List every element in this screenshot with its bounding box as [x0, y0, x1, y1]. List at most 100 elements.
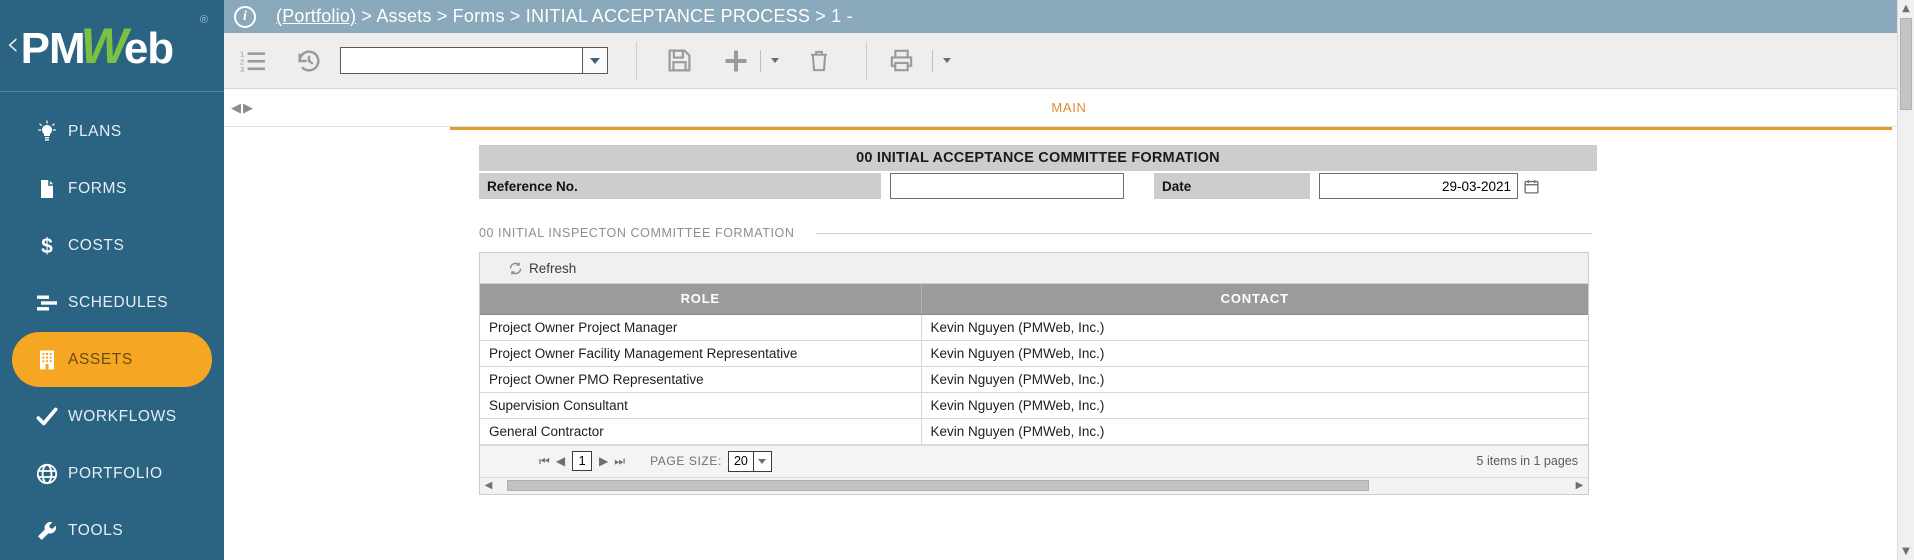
sidebar-nav: PLANS FORMS $ COSTS SCHEDULES ASSETS WOR…: [0, 92, 224, 558]
pager-items-info: 5 items in 1 pages: [1476, 454, 1578, 468]
form-content: 00 INITIAL ACCEPTANCE COMMITTEE FORMATIO…: [224, 127, 1914, 560]
hscroll-thumb[interactable]: [507, 480, 1369, 491]
reference-no-input[interactable]: [891, 174, 1123, 198]
save-button[interactable]: [643, 33, 715, 88]
cell-contact: Kevin Nguyen (PMWeb, Inc.): [921, 314, 1588, 341]
committee-formation-panel: 00 INITIAL ACCEPTANCE COMMITTEE FORMATIO…: [479, 145, 1597, 199]
print-dropdown-chevron-down-icon[interactable]: [936, 33, 958, 88]
reference-no-label: Reference No.: [479, 173, 881, 199]
wrench-icon: [26, 519, 68, 543]
sidebar-item-label: TOOLS: [68, 521, 124, 539]
chevron-down-icon[interactable]: [582, 48, 607, 73]
pager-prev-icon[interactable]: ◀: [556, 454, 565, 468]
refresh-button[interactable]: Refresh: [508, 261, 576, 276]
hscroll-left-icon[interactable]: ◀: [480, 480, 497, 491]
page-scrollbar[interactable]: ▲ ▼: [1897, 0, 1914, 560]
info-icon[interactable]: i: [234, 5, 256, 28]
sidebar-item-label: FORMS: [68, 179, 127, 197]
row-spacer: [1124, 173, 1154, 199]
grid-horizontal-scrollbar[interactable]: ◀ ▶: [480, 476, 1588, 494]
pager-next-icon[interactable]: ▶: [599, 454, 608, 468]
column-header-contact[interactable]: CONTACT: [921, 284, 1588, 315]
sidebar-item-costs[interactable]: $ COSTS: [12, 218, 212, 273]
hscroll-right-icon[interactable]: ▶: [1571, 480, 1588, 491]
sidebar-item-label: PLANS: [68, 122, 122, 140]
sidebar-item-label: SCHEDULES: [68, 293, 169, 311]
toolbar-divider-2: [866, 41, 867, 80]
cell-contact: Kevin Nguyen (PMWeb, Inc.): [921, 392, 1588, 419]
inspection-committee-grid-block: 00 INITIAL INSPECTON COMMITTEE FORMATION: [479, 223, 1592, 495]
sidebar-collapse-chevron-icon[interactable]: ‹: [6, 27, 20, 61]
section-title-committee-formation: 00 INITIAL ACCEPTANCE COMMITTEE FORMATIO…: [479, 145, 1597, 171]
table-row[interactable]: Project Owner Project Manager Kevin Nguy…: [480, 314, 1588, 341]
breadcrumb: (Portfolio) > Assets > Forms > INITIAL A…: [276, 6, 853, 27]
history-restore-icon[interactable]: [282, 33, 336, 88]
table-row[interactable]: General Contractor Kevin Nguyen (PMWeb, …: [480, 418, 1588, 445]
pager-last-icon[interactable]: ⏭: [614, 454, 625, 469]
print-split-divider: [932, 49, 933, 72]
column-header-role[interactable]: ROLE: [480, 284, 922, 315]
logo-eb: eb: [123, 23, 174, 73]
grid-section-title: 00 INITIAL INSPECTON COMMITTEE FORMATION: [479, 226, 795, 240]
table-row[interactable]: Project Owner PMO Representative Kevin N…: [480, 366, 1588, 393]
date-field[interactable]: [1319, 173, 1518, 199]
record-select-input[interactable]: [341, 48, 582, 73]
sidebar-item-tools[interactable]: TOOLS: [12, 503, 212, 558]
dollar-icon: $: [26, 234, 68, 258]
print-button[interactable]: [873, 33, 929, 88]
sidebar-item-workflows[interactable]: WORKFLOWS: [12, 389, 212, 444]
hscroll-track[interactable]: [497, 479, 1571, 492]
breadcrumb-path: > Assets > Forms > INITIAL ACCEPTANCE PR…: [356, 6, 853, 26]
add-dropdown-chevron-down-icon[interactable]: [764, 33, 786, 88]
reference-no-field[interactable]: [890, 173, 1124, 199]
sidebar-item-schedules[interactable]: SCHEDULES: [12, 275, 212, 330]
application-window: ‹ PMWeb ® PLANS FORMS $ COSTS SCHEDULES …: [0, 0, 1914, 560]
date-input[interactable]: [1320, 174, 1517, 198]
table-row[interactable]: Supervision Consultant Kevin Nguyen (PMW…: [480, 392, 1588, 419]
sidebar-item-label: COSTS: [68, 236, 125, 254]
page-size-chevron-down-icon[interactable]: [752, 451, 771, 471]
page-size-select[interactable]: 20: [727, 450, 772, 472]
grid-title-divider: [816, 232, 1592, 234]
page-size-label: PAGE SIZE:: [650, 454, 722, 468]
pager-page-number[interactable]: 1: [572, 451, 593, 471]
sidebar-item-plans[interactable]: PLANS: [12, 104, 212, 159]
add-button[interactable]: [715, 33, 757, 88]
svg-text:$: $: [41, 235, 53, 258]
delete-button[interactable]: [786, 33, 852, 88]
grid-title-row: 00 INITIAL INSPECTON COMMITTEE FORMATION: [479, 223, 1592, 243]
tab-scroll-left-icon[interactable]: ◀: [231, 101, 241, 114]
sidebar-item-portfolio[interactable]: PORTFOLIO: [12, 446, 212, 501]
page-scroll-up-icon[interactable]: ▲: [1898, 0, 1914, 17]
toolbar-divider: [636, 41, 637, 80]
reference-date-row: Reference No. Date: [479, 173, 1597, 199]
cell-role: Supervision Consultant: [480, 392, 922, 419]
cell-role: General Contractor: [480, 418, 922, 445]
refresh-icon: [508, 261, 523, 276]
cell-role: Project Owner Project Manager: [480, 314, 922, 341]
tab-scroll-right-icon[interactable]: ▶: [243, 101, 253, 114]
calendar-icon[interactable]: [1518, 173, 1544, 199]
page-scroll-thumb[interactable]: [1900, 18, 1912, 110]
pager-first-icon[interactable]: ⏮: [539, 454, 550, 469]
main-area: i (Portfolio) > Assets > Forms > INITIAL…: [224, 0, 1914, 560]
tab-main[interactable]: MAIN: [1051, 100, 1086, 115]
svg-text:3: 3: [240, 64, 244, 73]
tab-bar: ◀ ▶ MAIN: [224, 89, 1914, 127]
record-select-combo[interactable]: [340, 47, 608, 74]
sidebar-item-assets[interactable]: ASSETS: [12, 332, 212, 387]
sidebar-item-forms[interactable]: FORMS: [12, 161, 212, 216]
table-header-row: ROLE CONTACT: [480, 284, 1588, 315]
tab-main-wrapper: MAIN: [224, 100, 1914, 115]
app-logo[interactable]: ‹ PMWeb ®: [0, 0, 224, 92]
breadcrumb-portfolio-link[interactable]: (Portfolio): [276, 6, 356, 26]
date-label: Date: [1154, 173, 1310, 199]
table-row[interactable]: Project Owner Facility Management Repres…: [480, 340, 1588, 367]
sidebar-item-label: PORTFOLIO: [68, 464, 163, 482]
section-accent-rule: [450, 127, 1892, 130]
checkmark-icon: [26, 404, 68, 430]
numbered-list-icon[interactable]: 1 2 3: [224, 33, 282, 88]
page-scroll-down-icon[interactable]: ▼: [1898, 543, 1914, 560]
cell-contact: Kevin Nguyen (PMWeb, Inc.): [921, 340, 1588, 367]
cell-contact: Kevin Nguyen (PMWeb, Inc.): [921, 418, 1588, 445]
